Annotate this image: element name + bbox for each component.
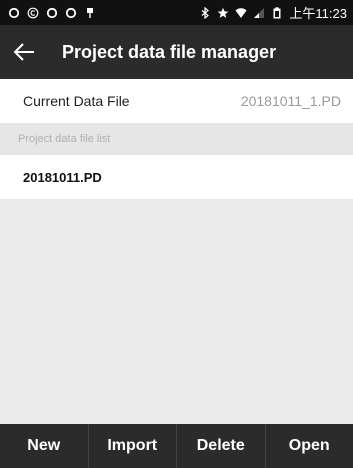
new-button[interactable]: New bbox=[0, 424, 89, 468]
current-data-file-value: 20181011_1.PD bbox=[240, 93, 341, 109]
status-system: 上午11:23 bbox=[199, 3, 347, 22]
status-bar: 上午11:23 bbox=[0, 0, 353, 25]
page-title: Project data file manager bbox=[62, 41, 277, 62]
file-list-empty-area bbox=[0, 199, 353, 424]
refresh-icon bbox=[46, 7, 58, 18]
refresh-icon bbox=[8, 7, 20, 18]
status-notifications bbox=[8, 7, 96, 19]
title-bar: Project data file manager bbox=[0, 25, 353, 79]
battery-icon bbox=[273, 6, 281, 18]
import-button[interactable]: Import bbox=[89, 424, 177, 468]
list-item-filename: 20181011.PD bbox=[23, 169, 102, 185]
open-button[interactable]: Open bbox=[266, 424, 353, 468]
wifi-icon bbox=[235, 7, 247, 18]
bottom-action-bar: New Import Delete Open bbox=[0, 424, 353, 468]
file-list-header: Project data file list bbox=[0, 123, 353, 155]
refresh-icon bbox=[65, 7, 77, 18]
usb-icon bbox=[87, 7, 93, 18]
copyright-icon bbox=[27, 7, 39, 18]
arrow-left-icon bbox=[13, 43, 34, 61]
bluetooth-icon bbox=[202, 6, 210, 19]
current-data-file-label: Current Data File bbox=[23, 93, 130, 109]
back-button[interactable] bbox=[0, 25, 48, 79]
list-item[interactable]: 20181011.PD bbox=[0, 155, 353, 199]
status-clock: 上午11:23 bbox=[289, 6, 347, 21]
signal-icon bbox=[254, 7, 265, 18]
delete-button[interactable]: Delete bbox=[177, 424, 266, 468]
star-icon bbox=[218, 7, 229, 18]
current-data-file-row: Current Data File 20181011_1.PD bbox=[0, 79, 353, 123]
file-list-header-label: Project data file list bbox=[18, 133, 111, 145]
